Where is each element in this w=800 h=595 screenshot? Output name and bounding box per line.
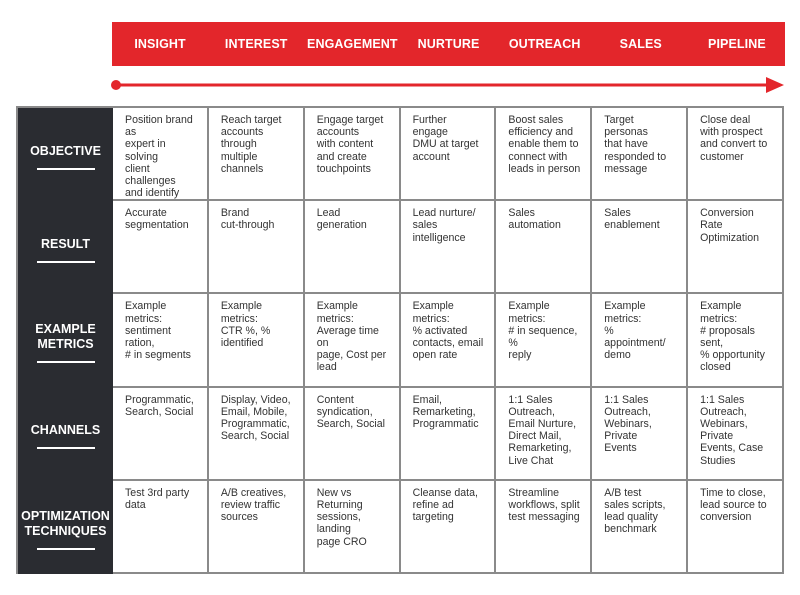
table-cell: Example metrics: % appointment/ demo <box>592 294 689 388</box>
table-cell: Example metrics: % activated contacts, e… <box>400 294 497 388</box>
table-cell: Accurate segmentation <box>113 201 209 295</box>
row-header-underline <box>36 447 95 450</box>
table-cell: Programmatic, Search, Social <box>113 387 209 481</box>
table-cell: A/B creatives, review traffic sources <box>208 480 305 574</box>
stage-outreach: OUTREACH <box>508 37 581 51</box>
table-cell: Streamline workflows, split test messagi… <box>496 480 593 574</box>
row-header: RESULT <box>18 201 113 295</box>
table-cell: Lead nurture/ sales intelligence <box>400 201 497 295</box>
table-cell: Lead generation <box>304 201 401 295</box>
table-cell: Reach target accounts through multiple c… <box>208 108 305 202</box>
row-header-label: RESULT <box>40 236 91 251</box>
stage-interest: INTEREST <box>224 37 288 51</box>
table-cell: Cleanse data, refine ad targeting <box>400 480 497 574</box>
table-cell: Content syndication, Search, Social <box>304 387 401 481</box>
row-header-label: OPTIMIZATION TECHNIQUES <box>21 508 110 538</box>
table-cell: Brand cut-through <box>208 201 305 295</box>
row-header: EXAMPLE METRICS <box>18 294 113 388</box>
stage-insight: INSIGHT <box>134 37 186 51</box>
row-header-underline <box>36 361 95 364</box>
table-cell: Conversion Rate Optimization <box>688 201 784 295</box>
table-cell: Sales enablement <box>592 201 689 295</box>
table-cell: Position brand as expert in solving clie… <box>113 108 209 202</box>
row-header-underline <box>36 167 95 170</box>
table-cell: Sales automation <box>496 201 593 295</box>
row-header: OBJECTIVE <box>18 108 113 202</box>
stage-nurture: NURTURE <box>417 37 480 51</box>
table-cell: 1:1 Sales Outreach, Webinars, Private Ev… <box>688 387 784 481</box>
table-cell: Further engage DMU at target account <box>400 108 497 202</box>
stage-engagement: ENGAGEMENT <box>307 37 398 51</box>
arrow-shaft <box>116 83 772 87</box>
row-header-underline <box>36 547 95 550</box>
table-cell: Example metrics: # in sequence, % reply <box>496 294 593 388</box>
row-header-label: EXAMPLE METRICS <box>35 322 96 352</box>
table-cell: Example metrics: Average time on page, C… <box>304 294 401 388</box>
funnel-table: OBJECTIVE Position brand as expert in sol… <box>16 106 784 574</box>
stage-sales: SALES <box>619 37 662 51</box>
row-header-label: CHANNELS <box>30 423 101 438</box>
table-cell: A/B test sales scripts, lead quality ben… <box>592 480 689 574</box>
stage-pipeline: PIPELINE <box>708 37 766 51</box>
row-header-underline <box>36 260 95 263</box>
table-cell: Test 3rd party data <box>113 480 209 574</box>
table-cell: 1:1 Sales Outreach, Webinars, Private Ev… <box>592 387 689 481</box>
table-cell: Engage target accounts with content and … <box>304 108 401 202</box>
table-cell: Boost sales efficiency and enable them t… <box>496 108 593 202</box>
table-cell: Example metrics: sentiment ration, # in … <box>113 294 209 388</box>
table-cell: Example metrics: CTR %, % identified <box>208 294 305 388</box>
row-header-label: OBJECTIVE <box>30 143 101 158</box>
table-cell: Close deal with prospect and convert to … <box>688 108 784 202</box>
arrow-head <box>766 77 784 93</box>
row-header: CHANNELS <box>18 387 113 481</box>
table-cell: Target personas that have responded to m… <box>592 108 689 202</box>
progress-arrow-icon <box>111 77 784 93</box>
table-cell: Example metrics: # proposals sent, % opp… <box>688 294 784 388</box>
table-cell: Display, Video, Email, Mobile, Programma… <box>208 387 305 481</box>
table-cell: Time to close, lead source to conversion <box>688 480 784 574</box>
stage-header-bar: INSIGHT INTEREST ENGAGEMENT NURTURE OUTR… <box>112 22 785 66</box>
table-cell: New vs Returning sessions, landing page … <box>304 480 401 574</box>
table-cell: 1:1 Sales Outreach, Email Nurture, Direc… <box>496 387 593 481</box>
row-header: OPTIMIZATION TECHNIQUES <box>18 480 113 574</box>
table-cell: Email, Remarketing, Programmatic <box>400 387 497 481</box>
